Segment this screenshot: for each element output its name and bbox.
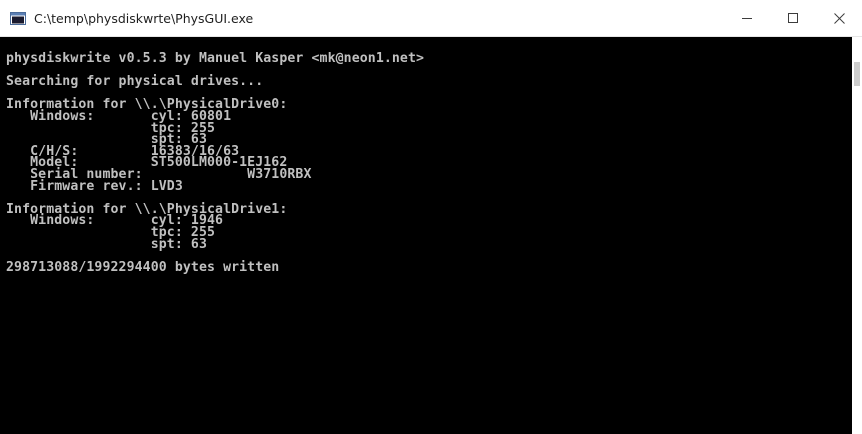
- close-button[interactable]: [816, 0, 862, 36]
- minimize-button[interactable]: [724, 0, 770, 36]
- scrollbar-thumb[interactable]: [854, 62, 860, 86]
- console-line: Firmware rev.: LVD3: [6, 178, 183, 194]
- minimize-icon: [742, 13, 752, 23]
- console-line: Searching for physical drives...: [6, 74, 264, 90]
- console-output-area[interactable]: physdiskwrite v0.5.3 by Manuel Kasper <m…: [0, 37, 852, 434]
- title-bar[interactable]: C:\temp\physdiskwrte\PhysGUI.exe: [0, 0, 862, 37]
- caption-buttons: [724, 0, 862, 36]
- console-line: spt: 63: [6, 236, 207, 252]
- console-app-icon: [10, 11, 26, 25]
- console-line: 298713088/1992294400 bytes written: [6, 259, 280, 275]
- close-icon: [833, 12, 845, 24]
- window-title: C:\temp\physdiskwrte\PhysGUI.exe: [34, 10, 254, 26]
- maximize-button[interactable]: [770, 0, 816, 36]
- maximize-icon: [788, 13, 798, 23]
- console-text: physdiskwrite v0.5.3 by Manuel Kasper <m…: [0, 37, 852, 273]
- console-window: C:\temp\physdiskwrte\PhysGUI.exe physdis…: [0, 0, 862, 434]
- vertical-scrollbar[interactable]: [852, 37, 862, 434]
- console-line: physdiskwrite v0.5.3 by Manuel Kasper <m…: [6, 51, 425, 66]
